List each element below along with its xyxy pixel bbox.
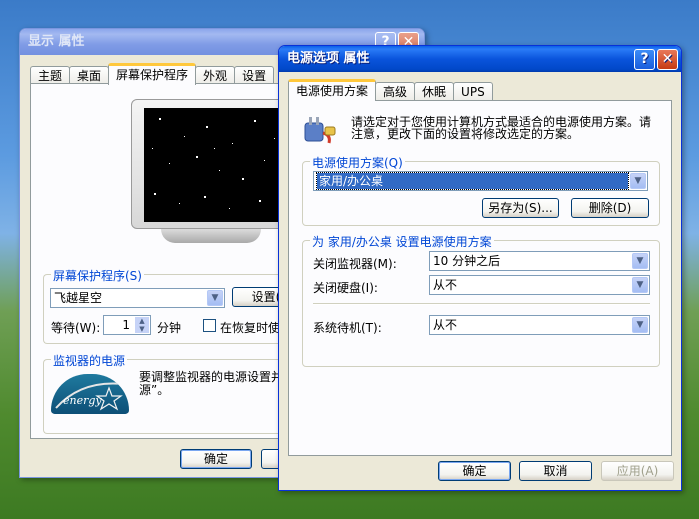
resume-label: 在恢复时使 bbox=[220, 321, 281, 335]
tab-ups[interactable]: UPS bbox=[453, 82, 493, 101]
screensaver-select[interactable]: 飞越星空 ▼ bbox=[50, 288, 225, 308]
delete-button[interactable]: 删除(D) bbox=[571, 198, 649, 218]
intro-text-line2: 注意，更改下面的设置将修改选定的方案。 bbox=[351, 127, 580, 141]
starfield-preview bbox=[144, 108, 284, 222]
power-schemes-panel: 请选定对于您使用计算机方式最适合的电源使用方案。请 注意，更改下面的设置将修改选… bbox=[288, 100, 672, 456]
tab-screensaver[interactable]: 屏幕保护程序 bbox=[108, 63, 197, 85]
disk-off-select[interactable]: 从不 ▼ bbox=[429, 275, 650, 295]
monitor-preview bbox=[131, 99, 291, 229]
chevron-down-icon[interactable]: ▼ bbox=[632, 277, 648, 293]
monitor-off-label: 关闭监视器(M): bbox=[313, 257, 397, 271]
screensaver-value: 飞越星空 bbox=[54, 291, 103, 305]
power-options-titlebar[interactable]: 电源选项 属性 ? ✕ bbox=[279, 46, 681, 72]
wait-unit: 分钟 bbox=[157, 321, 182, 335]
tab-advanced[interactable]: 高级 bbox=[375, 82, 416, 101]
ok-button[interactable]: 确定 bbox=[438, 461, 511, 481]
energy-logo-text: energy bbox=[63, 394, 102, 407]
help-button[interactable]: ? bbox=[634, 49, 655, 70]
window-title: 电源选项 属性 bbox=[287, 51, 370, 66]
display-ok-button[interactable]: 确定 bbox=[180, 449, 252, 469]
monitor-stand bbox=[161, 229, 261, 243]
cancel-button[interactable]: 取消 bbox=[519, 461, 592, 481]
save-as-button[interactable]: 另存为(S)... bbox=[482, 198, 559, 218]
chevron-down-icon[interactable]: ▼ bbox=[632, 317, 648, 333]
resume-checkbox[interactable] bbox=[203, 319, 216, 332]
stepper-arrows-icon[interactable]: ▲ ▼ bbox=[135, 317, 149, 333]
wait-value[interactable]: 1 bbox=[122, 318, 130, 332]
chevron-down-icon[interactable]: ▼ bbox=[632, 253, 648, 269]
chevron-down-icon[interactable]: ▼ bbox=[207, 290, 223, 306]
standby-select[interactable]: 从不 ▼ bbox=[429, 315, 650, 335]
disk-off-label: 关闭硬盘(I): bbox=[313, 281, 378, 295]
settings-divider bbox=[313, 303, 650, 305]
standby-label: 系统待机(T): bbox=[313, 321, 382, 335]
wait-stepper[interactable]: 1 ▲ ▼ bbox=[103, 315, 151, 335]
close-button[interactable]: ✕ bbox=[657, 49, 678, 70]
power-options-window: 电源选项 属性 ? ✕ 电源使用方案 高级 休眠 UPS 请选定对于您使用计算机… bbox=[278, 45, 682, 491]
window-title: 显示 属性 bbox=[28, 34, 85, 49]
monitor-off-select[interactable]: 10 分钟之后 ▼ bbox=[429, 251, 650, 271]
chevron-down-icon[interactable]: ▼ bbox=[630, 173, 646, 189]
monitor-power-label: 监视器的电源 bbox=[51, 352, 128, 369]
power-scheme-label: 电源使用方案(Q) bbox=[310, 154, 405, 171]
power-scheme-value: 家用/办公桌 bbox=[316, 172, 629, 190]
power-scheme-select[interactable]: 家用/办公桌 ▼ bbox=[313, 171, 648, 191]
screensaver-label: 屏幕保护程序(S) bbox=[51, 267, 144, 284]
wait-label: 等待(W): bbox=[51, 321, 101, 335]
tab-hibernate[interactable]: 休眠 bbox=[414, 82, 455, 101]
monitor-power-text-2: 源”。 bbox=[139, 383, 170, 397]
scheme-settings-label: 为 家用/办公桌 设置电源使用方案 bbox=[310, 233, 494, 250]
standby-value: 从不 bbox=[433, 318, 458, 332]
power-plug-icon bbox=[304, 117, 336, 144]
apply-button[interactable]: 应用(A) bbox=[601, 461, 674, 481]
disk-off-value: 从不 bbox=[433, 278, 458, 292]
tab-power-schemes[interactable]: 电源使用方案 bbox=[288, 79, 377, 101]
monitor-off-value: 10 分钟之后 bbox=[433, 254, 501, 268]
